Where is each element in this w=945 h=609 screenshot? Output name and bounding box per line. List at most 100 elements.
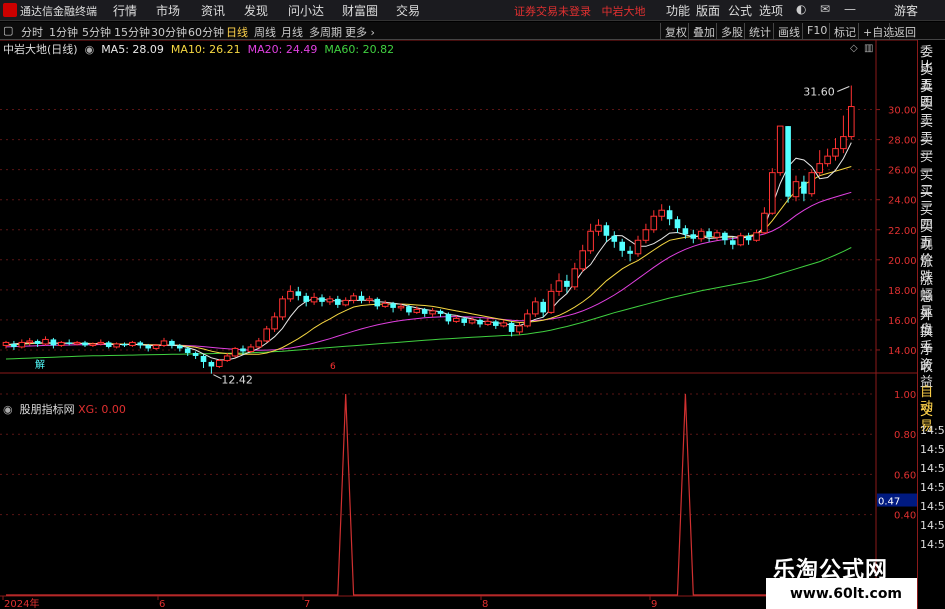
candle-body: [287, 290, 294, 300]
candle-body: [358, 295, 365, 301]
price-tick-label: 20.00: [888, 256, 917, 267]
tab-15min[interactable]: 15分钟: [114, 24, 150, 40]
menu-ask[interactable]: 问小达: [288, 2, 324, 19]
menu-function[interactable]: 功能: [666, 2, 690, 19]
candle: [358, 291, 365, 304]
menu-formula[interactable]: 公式: [728, 2, 752, 19]
adjust-button[interactable]: 复权: [660, 23, 691, 39]
candle-body: [706, 231, 712, 238]
candle: [666, 205, 673, 226]
candle-body: [66, 342, 72, 344]
candle: [642, 223, 650, 244]
tab-daily[interactable]: 日线: [226, 24, 248, 40]
tab-1min[interactable]: 1分钟: [49, 24, 78, 40]
candle: [255, 337, 263, 349]
tab-60min[interactable]: 60分钟: [188, 24, 224, 40]
menu-layout[interactable]: 版面: [696, 2, 720, 19]
menu-wealth[interactable]: 财富圈: [342, 2, 378, 19]
indicator-current-label: 0.47: [878, 497, 900, 508]
candle: [82, 340, 88, 347]
mark-button[interactable]: 标记: [829, 23, 860, 39]
candle: [310, 292, 318, 305]
tab-5min[interactable]: 5分钟: [82, 24, 111, 40]
candle: [619, 238, 625, 257]
candle: [587, 223, 594, 254]
panel-toggle-icon[interactable]: ▢: [3, 24, 13, 37]
ma5-label: MA5: 28.09: [101, 43, 164, 56]
candle: [832, 138, 839, 161]
candle-body: [516, 325, 523, 333]
candle-body: [295, 291, 302, 296]
dividend-event-marker: 6: [330, 362, 336, 372]
candle-body: [97, 341, 105, 345]
indicator-toggle-icon[interactable]: ◉: [3, 403, 16, 416]
ma60-label: MA60: 20.82: [324, 43, 395, 56]
back-button[interactable]: 返回: [889, 23, 920, 39]
candle: [121, 342, 128, 347]
stats-button[interactable]: 统计: [744, 23, 775, 39]
candle-body: [231, 347, 239, 357]
candle-body: [208, 361, 215, 367]
tab-multi-period[interactable]: 多周期: [309, 24, 342, 40]
candle: [500, 319, 507, 328]
draw-button[interactable]: 画线: [773, 23, 804, 39]
candle: [555, 273, 563, 296]
candle-body: [26, 340, 33, 343]
candle-body: [342, 299, 349, 306]
menu-news[interactable]: 资讯: [201, 2, 225, 19]
minimize-icon[interactable]: —: [844, 2, 856, 16]
candle: [169, 339, 175, 349]
menu-trade[interactable]: 交易: [396, 2, 420, 19]
candle: [690, 229, 697, 244]
candle-body: [753, 232, 760, 241]
trade-time-label: 14:56: [920, 481, 945, 494]
candle-body: [730, 240, 736, 245]
menu-market-quotes[interactable]: 行情: [113, 2, 137, 19]
candle: [722, 231, 728, 245]
candle-body: [271, 316, 278, 330]
candle: [785, 126, 791, 203]
candle: [11, 340, 17, 350]
candle-body: [397, 305, 405, 309]
candle: [192, 351, 199, 359]
candle-body: [42, 338, 49, 345]
candle-body: [255, 340, 263, 348]
candle-body: [477, 319, 483, 325]
candle: [745, 232, 752, 245]
candle-body: [113, 343, 120, 348]
candle-body: [319, 297, 325, 302]
tab-more[interactable]: 更多 ›: [345, 24, 375, 40]
candle: [366, 295, 373, 304]
f10-button[interactable]: F10: [802, 23, 831, 39]
menu-discover[interactable]: 发现: [244, 2, 268, 19]
tab-intraday[interactable]: 分时: [21, 24, 43, 40]
date-tick-label: 9: [651, 599, 657, 609]
candle: [160, 337, 168, 347]
ma-toggle-icon[interactable]: ◉: [81, 43, 98, 56]
indicator-tick-label: 0.80: [894, 430, 916, 441]
candle-body: [508, 322, 515, 332]
tab-30min[interactable]: 30分钟: [151, 24, 187, 40]
candle: [532, 297, 539, 317]
message-icon[interactable]: ✉: [820, 2, 830, 16]
candle-body: [808, 172, 816, 195]
candle-body: [169, 340, 175, 346]
tab-monthly[interactable]: 月线: [281, 24, 303, 40]
multi-stock-button[interactable]: 多股: [716, 23, 747, 39]
candle: [769, 168, 776, 215]
kline-chart[interactable]: 31.60 12.42 解 6 30.00 28.00 26.00 24.00 22.00 20…: [0, 40, 917, 609]
candle: [493, 319, 499, 329]
tab-weekly[interactable]: 周线: [254, 24, 276, 40]
skin-icon[interactable]: ◐: [796, 2, 806, 16]
candle: [571, 262, 579, 290]
candle: [429, 307, 436, 317]
candle-body: [437, 310, 444, 314]
menu-market[interactable]: 市场: [156, 2, 180, 19]
overlay-button[interactable]: 叠加: [688, 23, 719, 39]
candle-body: [571, 268, 579, 288]
layout-icon: ▥: [864, 43, 873, 54]
candle: [208, 360, 215, 374]
menu-options[interactable]: 选项: [759, 2, 783, 19]
candle-body: [34, 340, 41, 344]
guest-label[interactable]: 游客: [894, 2, 918, 19]
